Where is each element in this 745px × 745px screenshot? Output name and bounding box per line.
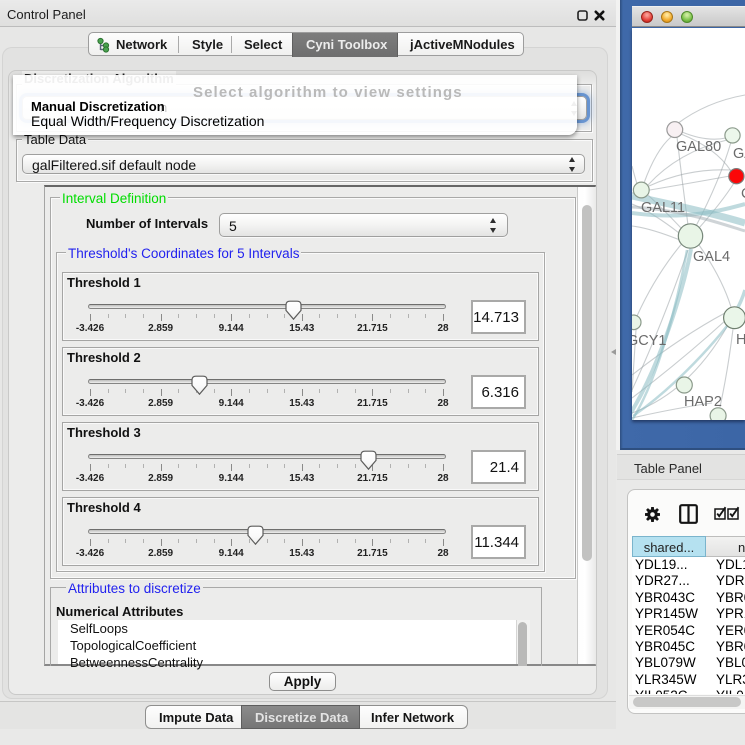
svg-text:GCY1: GCY1 xyxy=(632,333,667,349)
svg-text:GAL80: GAL80 xyxy=(676,139,721,155)
svg-text:HAP2: HAP2 xyxy=(684,394,722,410)
svg-text:GAL11: GAL11 xyxy=(641,200,685,216)
svg-text:GA: GA xyxy=(733,146,745,162)
svg-text:C: C xyxy=(741,186,745,202)
svg-text:H: H xyxy=(736,332,745,348)
svg-text:GAL4: GAL4 xyxy=(693,249,730,265)
